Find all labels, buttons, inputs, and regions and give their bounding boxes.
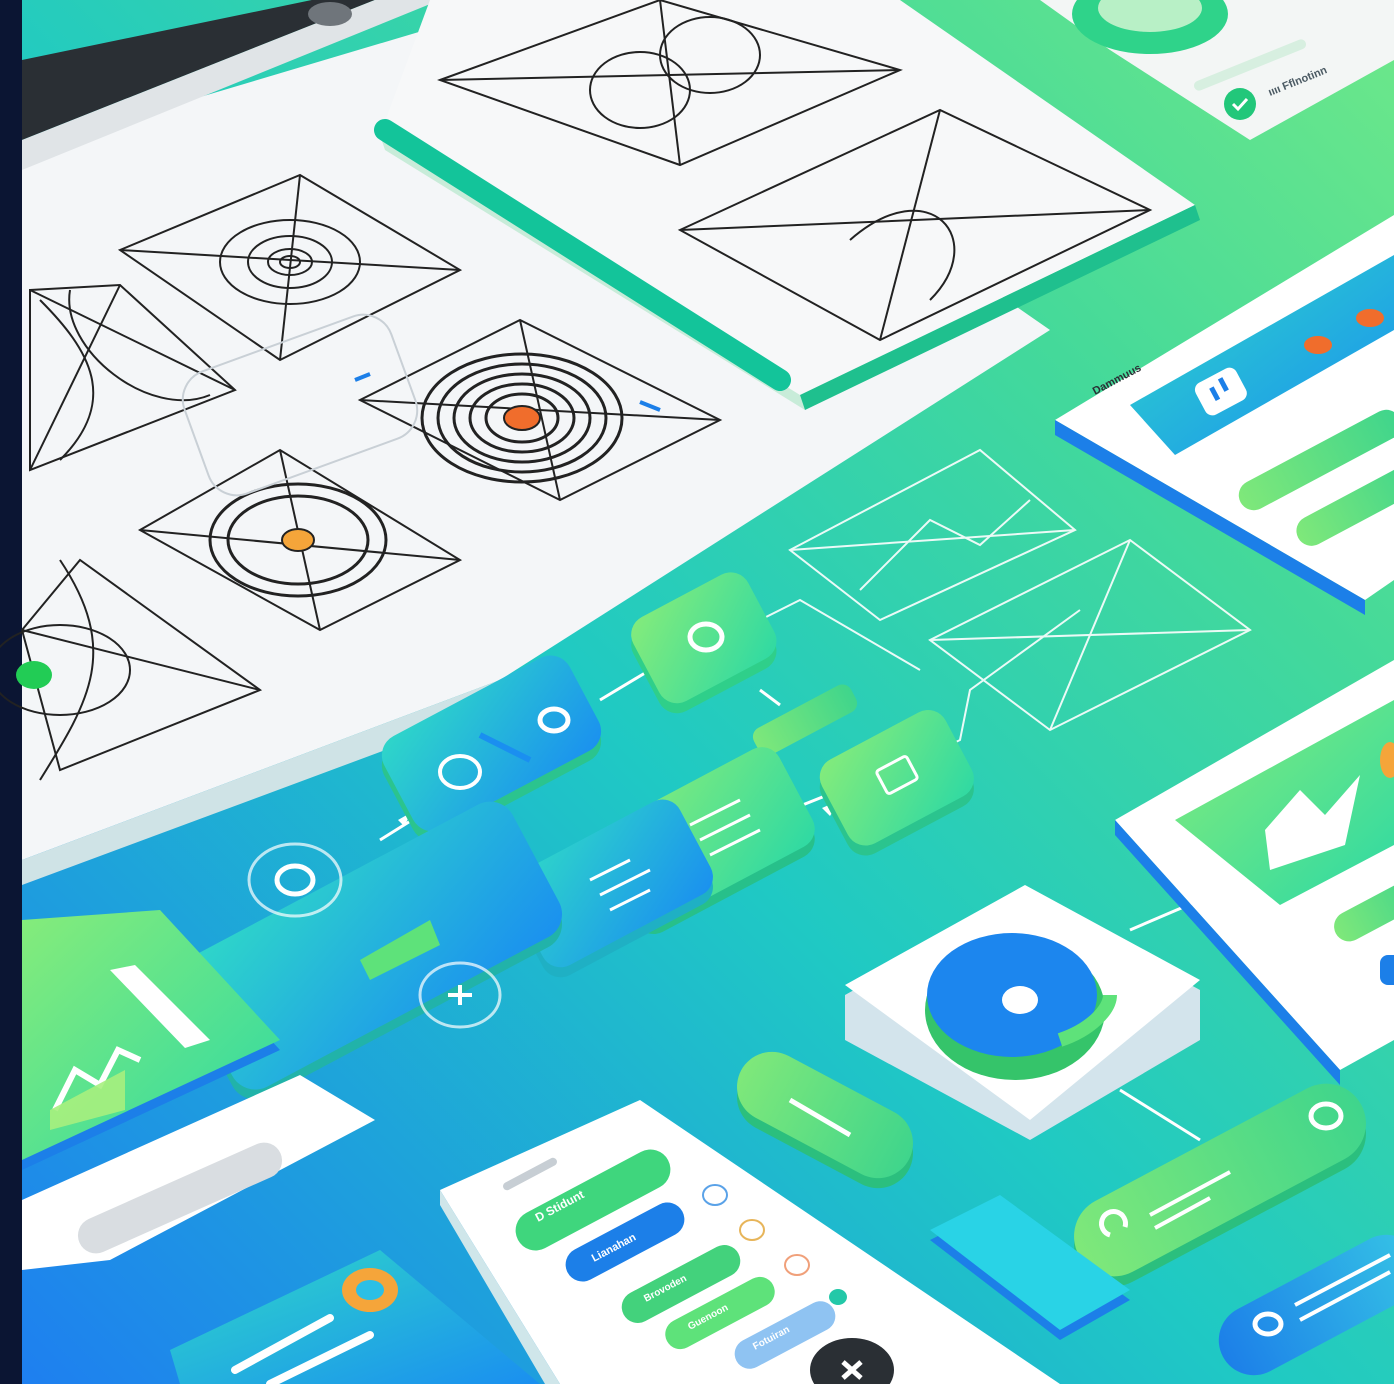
ui-isometric-illustration: ıııı Fflnotinn Dammuus D Stidunt Lianaha… (0, 0, 1394, 1384)
green-dot (16, 661, 52, 689)
target-dot-orange (503, 405, 541, 431)
browser-dot (308, 2, 352, 26)
target-dot-yellow (281, 528, 315, 552)
illustration-canvas: ıııı Fflnotinn Dammuus D Stidunt Lianaha… (0, 0, 1394, 1384)
status-dot (829, 1289, 847, 1305)
check-icon (1224, 88, 1256, 120)
